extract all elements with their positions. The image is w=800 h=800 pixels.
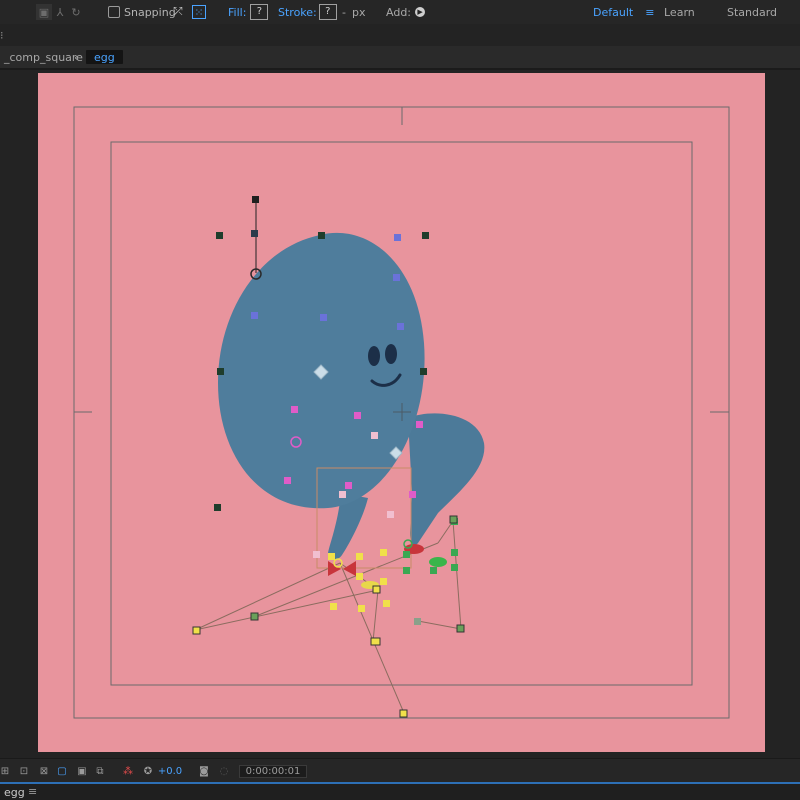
timecode-value[interactable]: 0:00:00:01 xyxy=(238,764,308,778)
snap-options: ⤱ ⁙ xyxy=(170,0,206,24)
breadcrumb-current-label: egg xyxy=(94,50,115,64)
snap-grid-icon[interactable]: ⁙ xyxy=(192,5,206,19)
magnification-icon[interactable]: ⊞ xyxy=(0,763,10,779)
snapping-toggle[interactable]: Snapping xyxy=(108,0,176,24)
puppet-starch-icon[interactable]: ⅄ xyxy=(52,4,68,20)
timeline-panel-tab: egg ≡ xyxy=(0,784,800,800)
add-control[interactable]: Add: ▶ xyxy=(386,0,426,24)
egg-eye-right xyxy=(385,344,397,364)
pins-outlined xyxy=(192,515,465,718)
panel-menu-icon[interactable]: ⁝ xyxy=(0,29,4,42)
exposure-value[interactable]: +0.0 xyxy=(158,763,182,779)
workspace-standard-label: Standard xyxy=(727,5,778,19)
add-label: Add: xyxy=(386,5,412,19)
chevron-left-icon[interactable]: ‹ xyxy=(74,46,78,68)
green-shape xyxy=(429,557,447,567)
fill-label: Fill: xyxy=(228,5,247,19)
breadcrumb-parent[interactable]: _comp_square xyxy=(4,46,83,68)
workspace-learn[interactable]: Learn xyxy=(664,0,695,24)
canvas-artwork[interactable] xyxy=(38,73,765,752)
stroke-label: Stroke: xyxy=(278,5,317,19)
timeline-tab-label[interactable]: egg xyxy=(4,786,25,799)
workspace-menu-icon[interactable]: ≡ xyxy=(645,6,654,19)
puppet-pin-icon[interactable]: ▣ xyxy=(36,4,52,20)
stroke-control[interactable]: Stroke: ? xyxy=(278,0,337,24)
workspace-default[interactable]: Default ≡ xyxy=(593,0,654,24)
channel-icon[interactable]: ⁂ xyxy=(120,763,136,779)
grid-guides-icon[interactable]: ⧉ xyxy=(92,763,108,779)
tools-toolbar: ▣ ⅄ ↻ Snapping ⤱ ⁙ Fill: ? Stroke: ? - p… xyxy=(0,0,800,25)
region-of-interest-icon[interactable]: ⊡ xyxy=(16,763,32,779)
workspace-learn-label: Learn xyxy=(664,5,695,19)
egg-eye-left xyxy=(368,346,380,366)
snap-feather-icon[interactable]: ⤱ xyxy=(170,4,186,20)
fill-control[interactable]: Fill: ? xyxy=(228,0,269,24)
mask-visibility-icon[interactable]: ▢ xyxy=(54,763,70,779)
breadcrumb-current[interactable]: egg xyxy=(86,50,123,64)
composition-panel-header: ⁝ xyxy=(0,24,800,46)
breadcrumb-parent-label: _comp_square xyxy=(4,50,83,64)
rotate-tool-icon[interactable]: ↻ xyxy=(68,4,84,20)
workspace-default-label: Default xyxy=(593,5,634,19)
add-dropdown-icon[interactable]: ▶ xyxy=(415,7,426,17)
stroke-swatch[interactable]: ? xyxy=(318,4,337,20)
timeline-menu-icon[interactable]: ≡ xyxy=(28,785,37,798)
timecode-field[interactable]: 0:00:00:01 xyxy=(238,763,308,779)
stroke-unit: px xyxy=(351,5,366,19)
composition-canvas[interactable] xyxy=(38,73,765,752)
breadcrumb: _comp_square ‹ egg xyxy=(0,46,800,70)
viewer-controls-bar: ⊞ ⊡ ⊠ ▢ ▣ ⧉ ⁂ ✪ +0.0 ◙ ◌ 0:00:00:01 xyxy=(0,758,800,783)
transparency-grid-icon[interactable]: ⊠ xyxy=(36,763,52,779)
show-snapshot-icon[interactable]: ◌ xyxy=(216,763,232,779)
workspace-standard[interactable]: Standard xyxy=(727,0,777,24)
fill-swatch[interactable]: ? xyxy=(250,4,269,20)
snapping-checkbox[interactable] xyxy=(108,6,120,18)
egg-right-leg xyxy=(408,413,485,545)
reset-exposure-icon[interactable]: ✪ xyxy=(140,763,156,779)
safe-margins-icon[interactable]: ▣ xyxy=(74,763,90,779)
egg-character xyxy=(218,232,485,560)
snapping-label: Snapping xyxy=(124,5,176,19)
stroke-width-value[interactable]: - xyxy=(342,6,346,19)
snapshot-camera-icon[interactable]: ◙ xyxy=(196,763,212,779)
stroke-width[interactable]: - px xyxy=(342,0,365,24)
pin-tools-group: ▣ ⅄ ↻ xyxy=(36,0,84,24)
